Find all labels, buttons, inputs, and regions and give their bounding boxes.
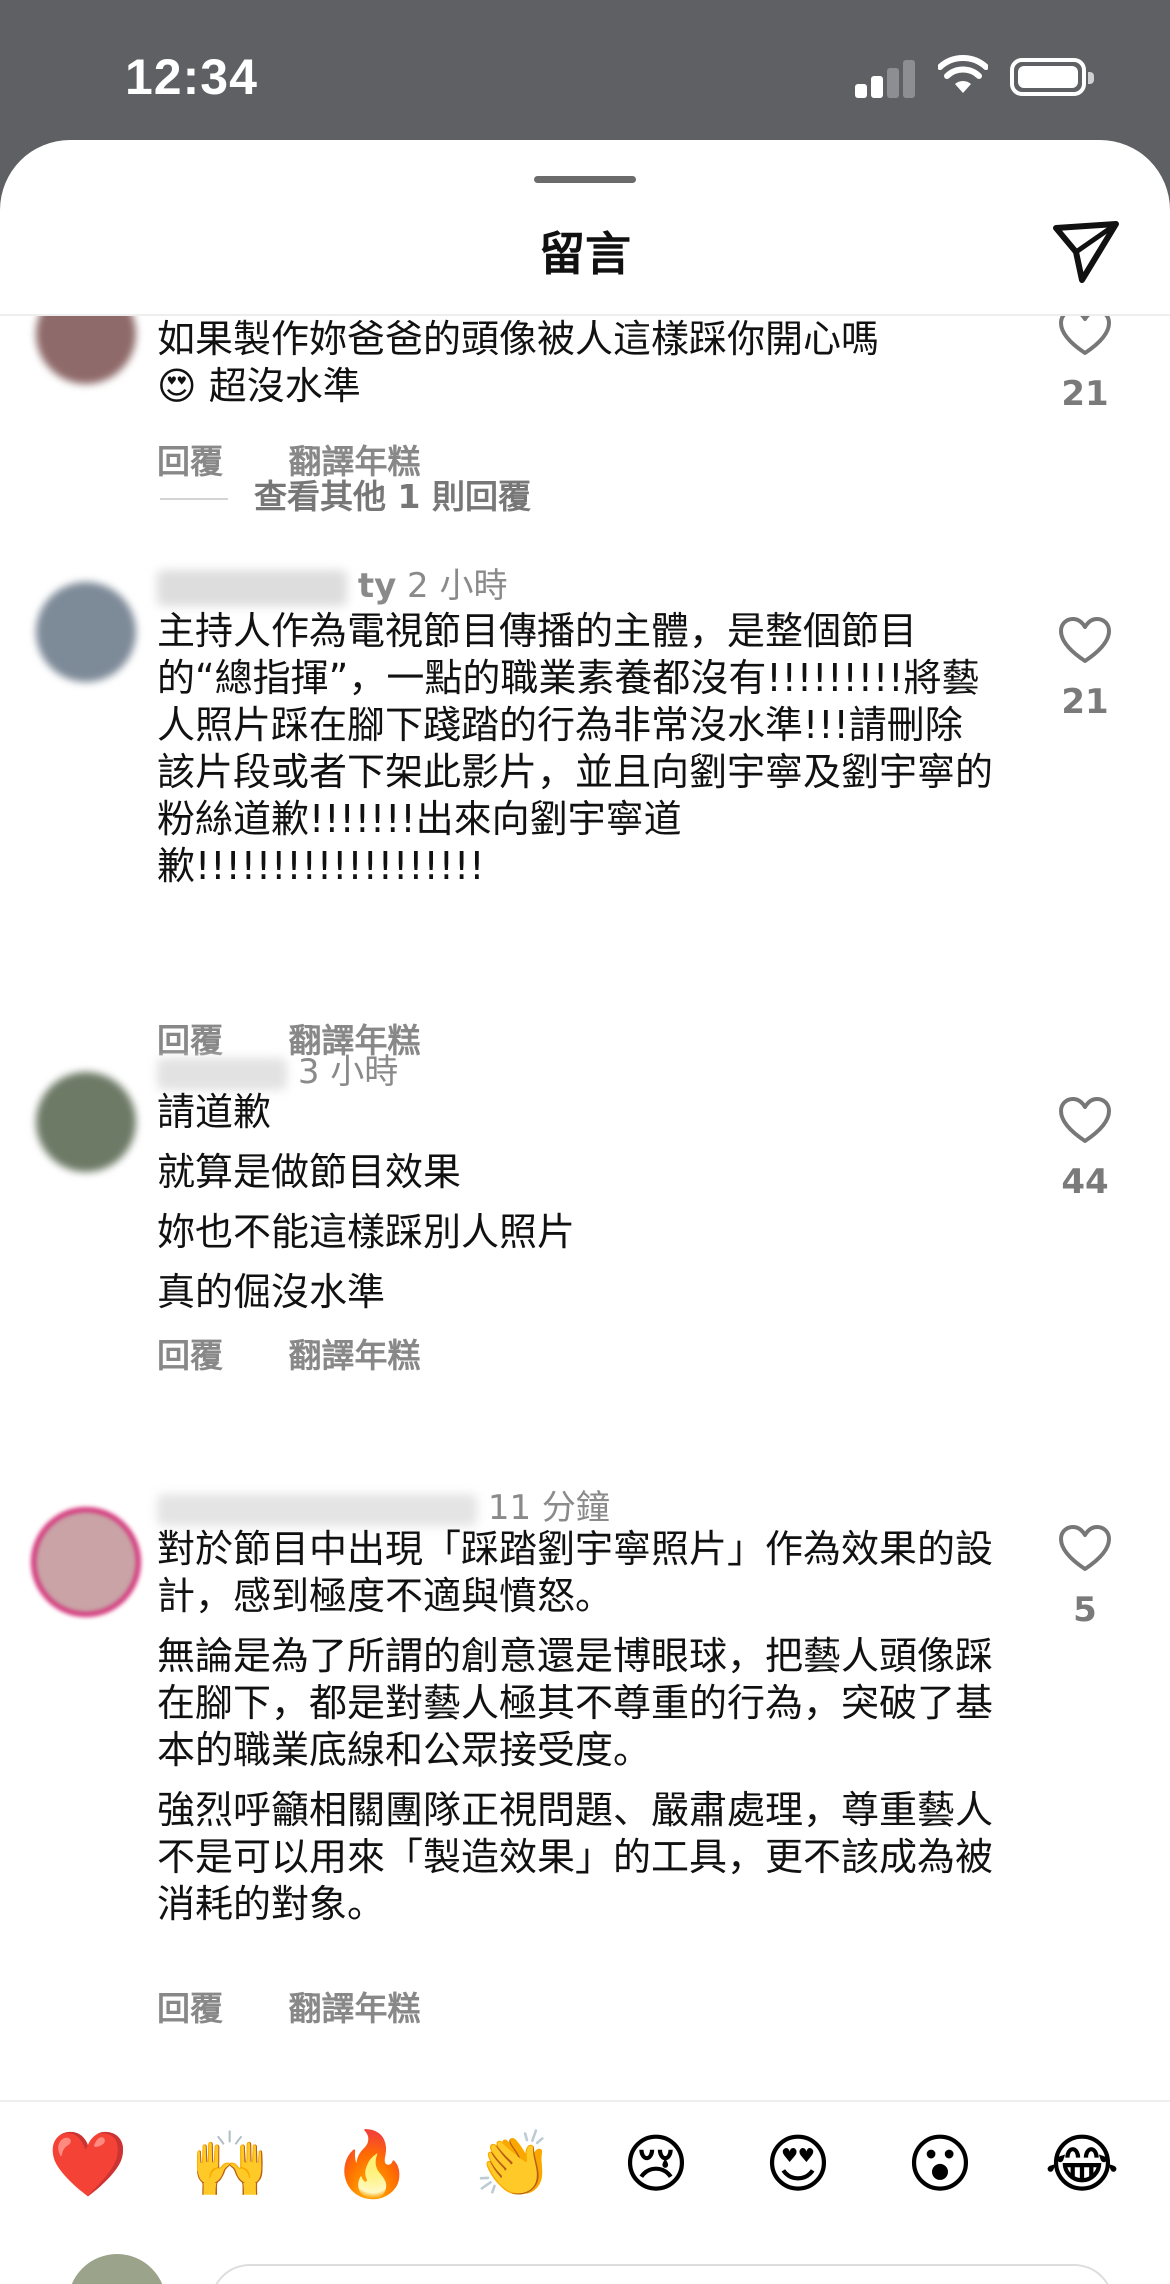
quick-emoji-bar: ❤️ 🙌 🔥 👏 😢 😍 😮 😂 xyxy=(0,2102,1170,2232)
cellular-signal-icon xyxy=(855,58,915,98)
emoji-heart-eyes-button[interactable]: 😍 xyxy=(758,2125,838,2205)
like-control[interactable]: 21 xyxy=(1050,316,1120,414)
comment-meta: ty 2 小時 xyxy=(157,558,508,607)
send-icon[interactable] xyxy=(1052,218,1120,286)
heart-icon[interactable] xyxy=(1058,1096,1112,1144)
like-count: 5 xyxy=(1073,1590,1097,1630)
like-count: 44 xyxy=(1061,1162,1109,1202)
replies-line xyxy=(160,497,228,500)
comment-time: 3 小時 xyxy=(297,1052,399,1092)
comment-text: 對於節目中出現「踩踏劉宇寧照片」作為效果的設計，感到極度不適與憤怒。 無論是為了… xyxy=(157,1526,1007,1941)
comment-text: 請道歉 就算是做節目效果 妳也不能這樣踩別人照片 真的倔沒水準 xyxy=(157,1089,1007,1329)
comment-time: 2 小時 xyxy=(407,566,508,606)
emoji-clap-button[interactable]: 👏 xyxy=(474,2125,554,2205)
heart-icon[interactable] xyxy=(1058,616,1112,664)
comments-sheet: 留言 如果製作妳爸爸的頭像被人這樣踩你開心嗎 😍 超沒水準 回覆 翻譯年糕 21… xyxy=(0,140,1170,2284)
comment-text: 主持人作為電視節目傳播的主體，是整個節目的“總指揮”，一點的職業素養都沒有!!!… xyxy=(157,608,997,903)
username-blurred[interactable] xyxy=(157,1493,477,1526)
username-blurred[interactable] xyxy=(157,1057,287,1090)
username[interactable]: ty xyxy=(358,566,396,606)
comment-paragraph: 就算是做節目效果 xyxy=(157,1150,462,1194)
emoji-heart-button[interactable]: ❤️ xyxy=(48,2125,128,2205)
comment-time: 11 分鐘 xyxy=(487,1488,610,1528)
status-bar: 12:34 xyxy=(0,0,1170,150)
comment-paragraph: 無論是為了所謂的創意還是博眼球，把藝人頭像踩在腳下，都是對藝人極其不尊重的行為，… xyxy=(157,1634,994,1772)
username-blurred[interactable] xyxy=(157,569,347,606)
comment-actions: 回覆 翻譯年糕 xyxy=(157,1982,475,2030)
comment-text: 如果製作妳爸爸的頭像被人這樣踩你開心嗎 😍 超沒水準 xyxy=(157,316,1007,423)
avatar[interactable] xyxy=(36,316,136,384)
comment-paragraph: 妳也不能這樣踩別人照片 xyxy=(157,1210,576,1254)
like-control[interactable]: 21 xyxy=(1050,616,1120,722)
emoji-crying-button[interactable]: 😢 xyxy=(616,2125,696,2205)
comment-list[interactable]: 如果製作妳爸爸的頭像被人這樣踩你開心嗎 😍 超沒水準 回覆 翻譯年糕 21 查看… xyxy=(0,316,1170,2100)
translate-button[interactable]: 翻譯年糕 xyxy=(289,1989,421,2028)
comment-meta: 3 小時 xyxy=(157,1044,398,1093)
emoji-surprised-button[interactable]: 😮 xyxy=(900,2125,980,2205)
view-more-replies-label: 查看其他 1 則回覆 xyxy=(254,477,531,516)
like-control[interactable]: 44 xyxy=(1050,1096,1120,1202)
avatar[interactable] xyxy=(36,1072,136,1172)
comment-paragraph: 對於節目中出現「踩踏劉宇寧照片」作為效果的設計，感到極度不適與憤怒。 xyxy=(157,1527,994,1618)
comment-meta: 11 分鐘 xyxy=(157,1480,610,1529)
avatar[interactable] xyxy=(36,582,136,682)
status-time: 12:34 xyxy=(125,49,258,105)
like-count: 21 xyxy=(1061,374,1109,414)
comment-actions: 回覆 翻譯年糕 xyxy=(157,1329,475,1377)
emoji-laughing-button[interactable]: 😂 xyxy=(1042,2125,1122,2205)
view-more-replies[interactable]: 查看其他 1 則回覆 xyxy=(160,470,531,518)
comment-input[interactable] xyxy=(210,2264,1114,2284)
wifi-icon xyxy=(938,55,988,93)
reply-button[interactable]: 回覆 xyxy=(157,1989,223,2028)
comment-paragraph: 強烈呼籲相關團隊正視問題、嚴肅處理，尊重藝人不是可以用來「製造效果」的工具，更不… xyxy=(157,1788,994,1926)
like-count: 21 xyxy=(1061,682,1109,722)
emoji-fire-button[interactable]: 🔥 xyxy=(332,2125,412,2205)
translate-button[interactable]: 翻譯年糕 xyxy=(289,1336,421,1375)
comment-paragraph: 真的倔沒水準 xyxy=(157,1270,386,1314)
comment-paragraph: 如果製作妳爸爸的頭像被人這樣踩你開心嗎 😍 超沒水準 xyxy=(157,317,880,408)
reply-button[interactable]: 回覆 xyxy=(157,1336,223,1375)
heart-icon[interactable] xyxy=(1058,316,1112,356)
comment-paragraph: 主持人作為電視節目傳播的主體，是整個節目的“總指揮”，一點的職業素養都沒有!!!… xyxy=(157,609,994,888)
comment-paragraph: 請道歉 xyxy=(157,1090,272,1134)
sheet-grabber[interactable] xyxy=(534,176,636,183)
my-avatar xyxy=(68,2254,166,2284)
heart-icon[interactable] xyxy=(1058,1524,1112,1572)
battery-icon xyxy=(1010,58,1094,96)
like-control[interactable]: 5 xyxy=(1050,1524,1120,1630)
avatar[interactable] xyxy=(36,1512,136,1612)
comment-composer xyxy=(0,2232,1170,2284)
emoji-raised-hands-button[interactable]: 🙌 xyxy=(190,2125,270,2205)
sheet-title: 留言 xyxy=(539,227,631,281)
